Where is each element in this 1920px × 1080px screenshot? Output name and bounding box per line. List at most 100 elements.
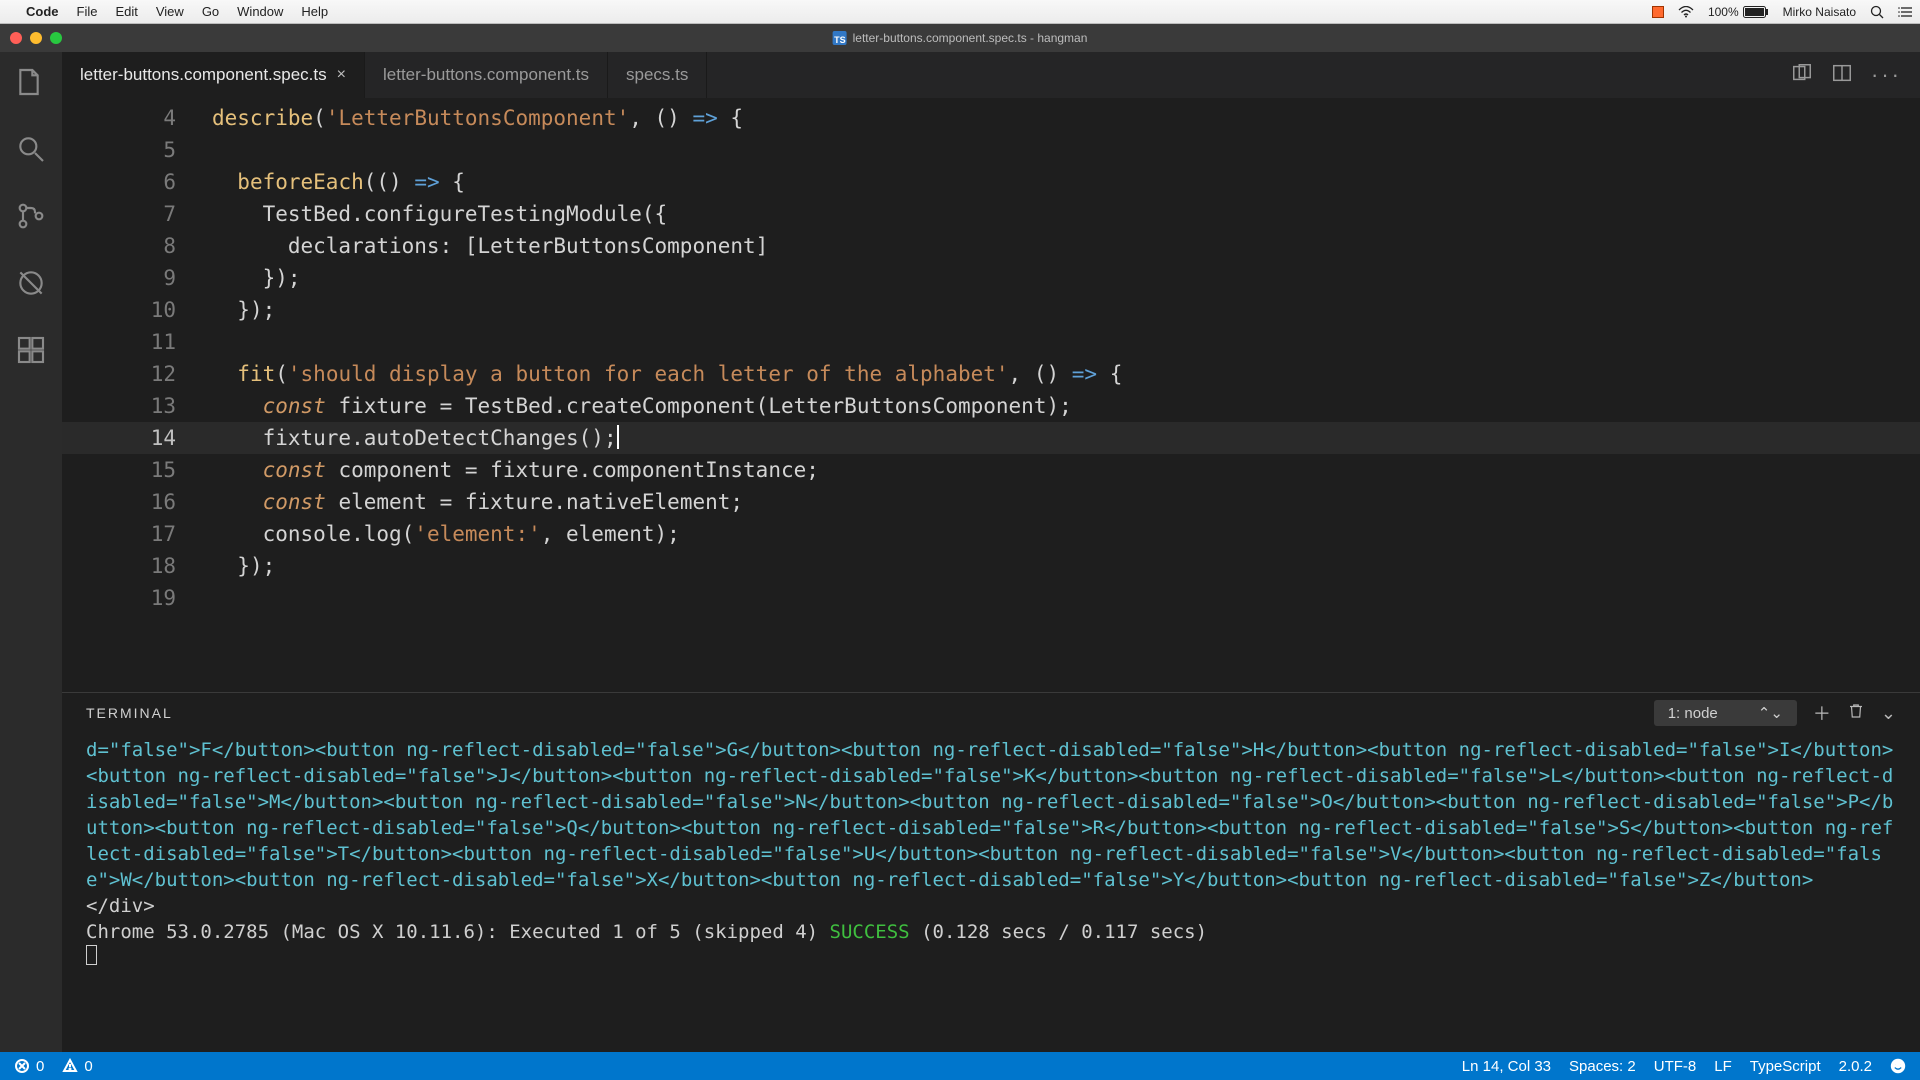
tab-component[interactable]: letter-buttons.component.ts [365, 52, 608, 98]
code-line[interactable]: 16 const element = fixture.nativeElement… [62, 486, 1920, 518]
status-warnings[interactable]: 0 [62, 1058, 92, 1075]
code-content: TestBed.configureTestingModule({ [212, 198, 667, 230]
activity-explorer-icon[interactable] [15, 66, 47, 103]
code-line[interactable]: 8 declarations: [LetterButtonsComponent] [62, 230, 1920, 262]
code-line[interactable]: 17 console.log('element:', element); [62, 518, 1920, 550]
line-number: 11 [62, 326, 212, 358]
code-editor[interactable]: 4describe('LetterButtonsComponent', () =… [62, 98, 1920, 692]
tab-bar: letter-buttons.component.spec.ts × lette… [62, 52, 1920, 98]
activity-debug-icon[interactable] [15, 267, 47, 304]
code-line[interactable]: 10 }); [62, 294, 1920, 326]
code-line[interactable]: 11 [62, 326, 1920, 358]
activity-bar [0, 52, 62, 1052]
chevron-updown-icon: ⌃⌄ [1758, 704, 1783, 722]
code-content: }); [212, 550, 275, 582]
code-content: const component = fixture.componentInsta… [212, 454, 819, 486]
terminal-output[interactable]: d="false">F</button><button ng-reflect-d… [62, 733, 1920, 1052]
line-number: 9 [62, 262, 212, 294]
line-number: 4 [62, 102, 212, 134]
window-close-icon[interactable] [10, 32, 22, 44]
code-line[interactable]: 6 beforeEach(() => { [62, 166, 1920, 198]
terminal-select[interactable]: 1: node ⌃⌄ [1654, 700, 1797, 726]
code-line[interactable]: 13 const fixture = TestBed.createCompone… [62, 390, 1920, 422]
line-number: 8 [62, 230, 212, 262]
code-line[interactable]: 7 TestBed.configureTestingModule({ [62, 198, 1920, 230]
menu-view[interactable]: View [156, 4, 184, 19]
status-spaces[interactable]: Spaces: 2 [1569, 1058, 1636, 1075]
activity-scm-icon[interactable] [15, 200, 47, 237]
menu-help[interactable]: Help [301, 4, 328, 19]
line-number: 16 [62, 486, 212, 518]
code-content: fit('should display a button for each le… [212, 358, 1122, 390]
code-content: declarations: [LetterButtonsComponent] [212, 230, 768, 262]
code-content: beforeEach(() => { [212, 166, 465, 198]
recording-indicator-icon [1652, 6, 1664, 18]
window-minimize-icon[interactable] [30, 32, 42, 44]
tab-close-icon[interactable]: × [337, 66, 346, 84]
code-line[interactable]: 18 }); [62, 550, 1920, 582]
code-content: }); [212, 294, 275, 326]
tab-label: letter-buttons.component.spec.ts [80, 65, 327, 85]
window-title: letter-buttons.component.spec.ts - hangm… [853, 31, 1088, 45]
menu-edit[interactable]: Edit [115, 4, 137, 19]
status-bar: 0 0 Ln 14, Col 33 Spaces: 2 UTF-8 LF Typ… [0, 1052, 1920, 1080]
panel-tab-terminal[interactable]: TERMINAL [86, 705, 173, 721]
panel: TERMINAL 1: node ⌃⌄ ＋ ⌄ d="false">F</but… [62, 692, 1920, 1052]
tab-label: specs.ts [626, 65, 688, 85]
line-number: 19 [62, 582, 212, 614]
menu-go[interactable]: Go [202, 4, 219, 19]
file-type-icon: TS [833, 31, 847, 45]
line-number: 17 [62, 518, 212, 550]
code-content: describe('LetterButtonsComponent', () =>… [212, 102, 743, 134]
code-content: const element = fixture.nativeElement; [212, 486, 743, 518]
window-zoom-icon[interactable] [50, 32, 62, 44]
panel-toggle-icon[interactable]: ⌄ [1881, 703, 1896, 724]
battery-status[interactable]: 100% [1708, 5, 1769, 19]
line-number: 10 [62, 294, 212, 326]
code-line[interactable]: 19 [62, 582, 1920, 614]
line-number: 13 [62, 390, 212, 422]
terminal-new-icon[interactable]: ＋ [1813, 700, 1831, 726]
tab-spec[interactable]: letter-buttons.component.spec.ts × [62, 52, 365, 98]
status-errors[interactable]: 0 [14, 1058, 44, 1075]
line-number: 14 [62, 422, 212, 454]
status-version[interactable]: 2.0.2 [1839, 1058, 1872, 1075]
line-number: 15 [62, 454, 212, 486]
menu-file[interactable]: File [77, 4, 98, 19]
wifi-icon[interactable] [1678, 6, 1694, 18]
menu-app[interactable]: Code [26, 4, 59, 19]
code-line[interactable]: 9 }); [62, 262, 1920, 294]
status-eol[interactable]: LF [1714, 1058, 1732, 1075]
status-encoding[interactable]: UTF-8 [1654, 1058, 1697, 1075]
line-number: 18 [62, 550, 212, 582]
spotlight-icon[interactable] [1870, 5, 1884, 19]
compare-changes-icon[interactable] [1791, 62, 1813, 89]
code-content: fixture.autoDetectChanges(); [212, 422, 619, 454]
tab-specs[interactable]: specs.ts [608, 52, 707, 98]
status-feedback-icon[interactable] [1890, 1058, 1906, 1074]
line-number: 6 [62, 166, 212, 198]
activity-extensions-icon[interactable] [15, 334, 47, 371]
code-line[interactable]: 5 [62, 134, 1920, 166]
code-line[interactable]: 4describe('LetterButtonsComponent', () =… [62, 102, 1920, 134]
line-number: 12 [62, 358, 212, 390]
code-line[interactable]: 14 fixture.autoDetectChanges(); [62, 422, 1920, 454]
status-cursor[interactable]: Ln 14, Col 33 [1462, 1058, 1551, 1075]
code-line[interactable]: 12 fit('should display a button for each… [62, 358, 1920, 390]
code-content: const fixture = TestBed.createComponent(… [212, 390, 1072, 422]
status-language[interactable]: TypeScript [1750, 1058, 1821, 1075]
split-editor-icon[interactable] [1831, 62, 1853, 89]
window-titlebar: TS letter-buttons.component.spec.ts - ha… [0, 24, 1920, 52]
more-actions-icon[interactable]: ··· [1871, 62, 1902, 88]
terminal-kill-icon[interactable] [1831, 702, 1865, 725]
code-content: }); [212, 262, 301, 294]
menu-user[interactable]: Mirko Naisato [1783, 5, 1856, 19]
menu-list-icon[interactable] [1898, 6, 1912, 18]
code-content: console.log('element:', element); [212, 518, 680, 550]
terminal-select-label: 1: node [1668, 705, 1718, 722]
menu-window[interactable]: Window [237, 4, 283, 19]
code-line[interactable]: 15 const component = fixture.componentIn… [62, 454, 1920, 486]
activity-search-icon[interactable] [15, 133, 47, 170]
mac-menu-bar: Code File Edit View Go Window Help 100% … [0, 0, 1920, 24]
tab-label: letter-buttons.component.ts [383, 65, 589, 85]
